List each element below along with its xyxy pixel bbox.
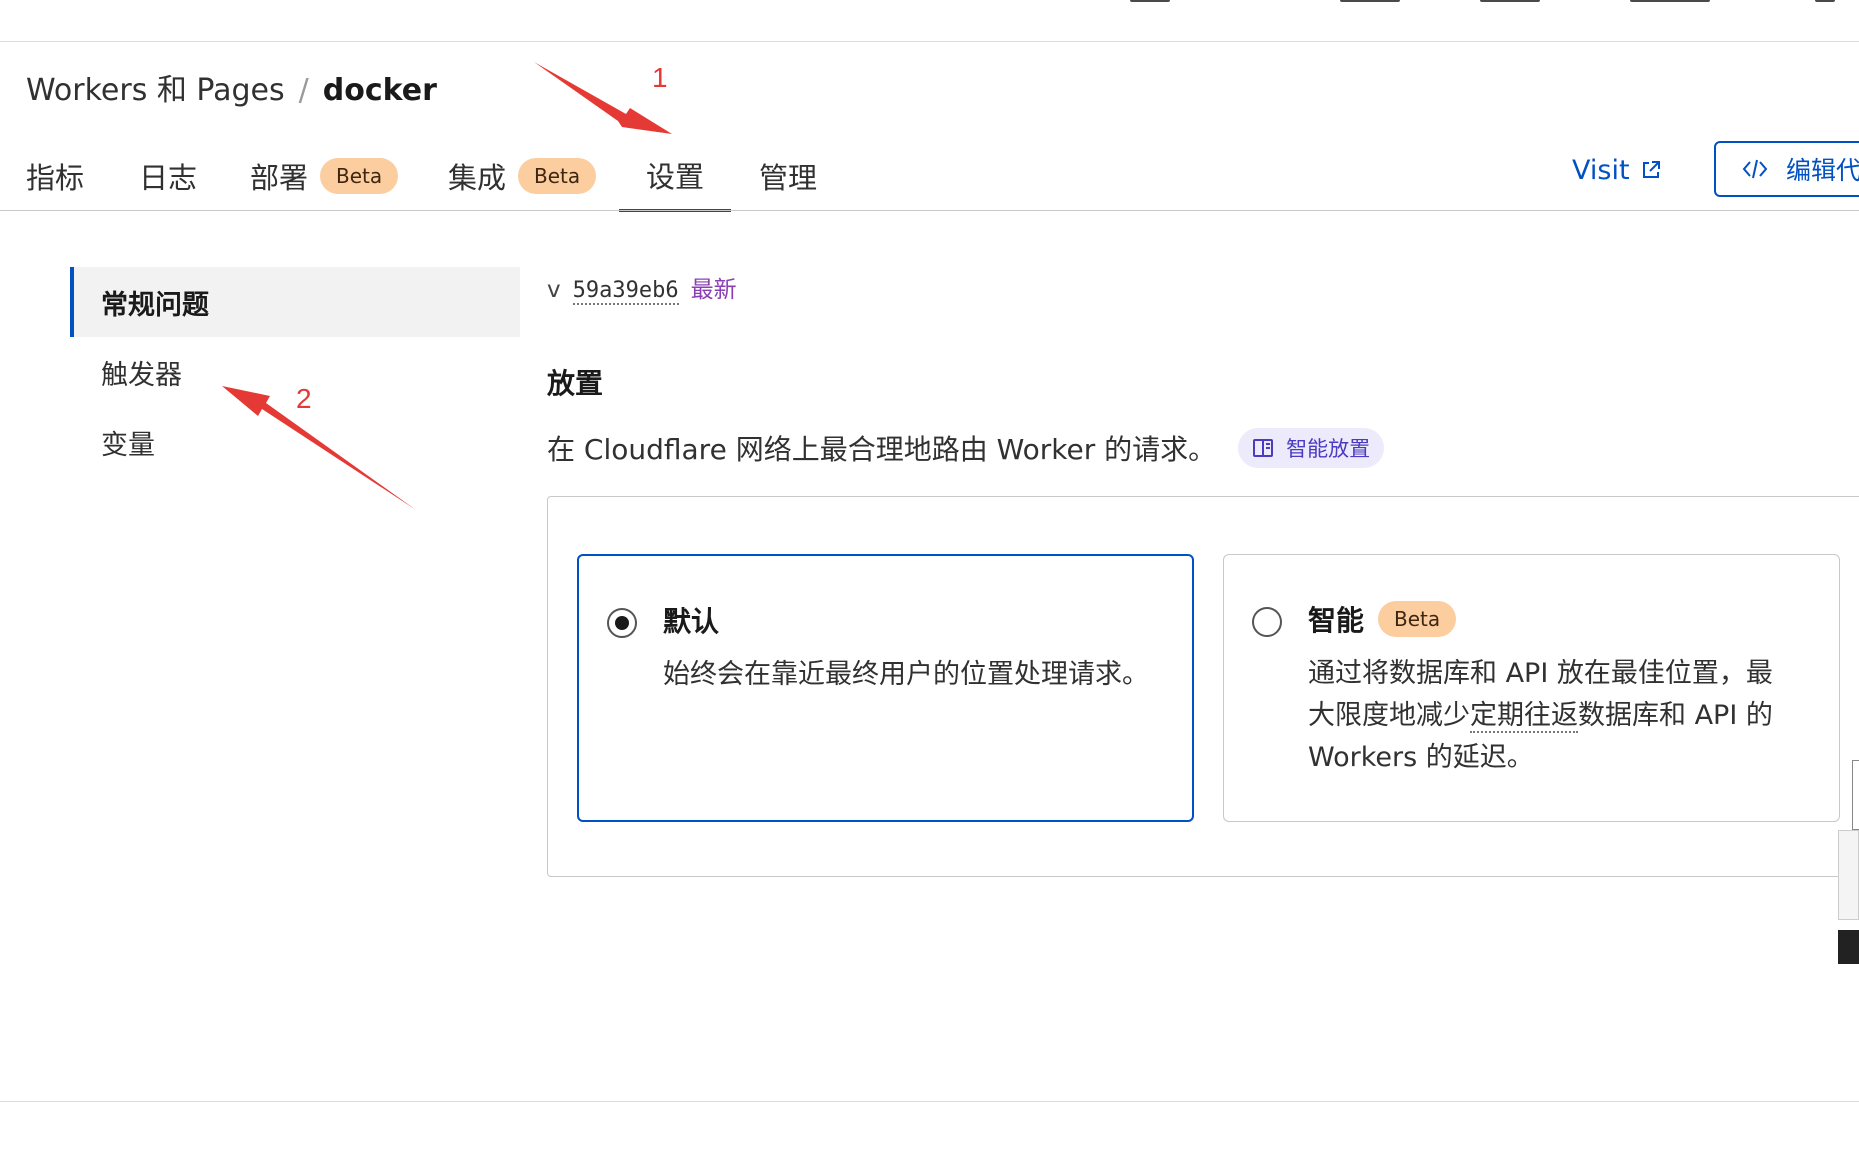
- breadcrumb: Workers 和 Pages / docker: [26, 70, 437, 112]
- tab-label: 设置: [645, 159, 704, 194]
- version-info: v 59a39eb6 最新: [547, 270, 737, 305]
- tab-deployments[interactable]: 部署 Beta: [250, 140, 399, 212]
- doc-link-label: 智能放置: [1286, 437, 1371, 461]
- placement-description: 在 Cloudflare 网络上最合理地路由 Worker 的请求。 智能放置: [547, 428, 1385, 468]
- visit-label: Visit: [1572, 154, 1630, 186]
- placement-option-default[interactable]: 默认 始终会在靠近最终用户的位置处理请求。: [577, 554, 1194, 822]
- annotation-label-2: 2: [296, 383, 312, 414]
- placement-options-panel: 默认 始终会在靠近最终用户的位置处理请求。 智能 Beta 通过将数据库和 AP…: [547, 496, 1859, 877]
- beta-badge: Beta: [320, 158, 399, 194]
- sidebar-item-label: 常规问题: [101, 289, 209, 321]
- header-divider: [0, 41, 1859, 42]
- sidebar-item-variables[interactable]: 变量: [70, 407, 520, 477]
- tabs-divider: [0, 210, 1859, 211]
- sidebar-item-triggers[interactable]: 触发器: [70, 337, 520, 407]
- footer-divider: [0, 1101, 1859, 1102]
- tab-label: 管理: [759, 161, 818, 195]
- settings-sidebar: 常规问题 触发器 变量: [70, 267, 520, 477]
- placement-title: 放置: [547, 367, 604, 400]
- option-description: 通过将数据库和 API 放在最佳位置，最大限度地减少定期往返数据库和 API 的…: [1308, 653, 1799, 779]
- breadcrumb-root-link[interactable]: Workers 和 Pages: [26, 73, 285, 108]
- tab-label: 集成: [448, 161, 507, 195]
- option-title: 默认: [663, 600, 719, 640]
- placement-description-text: 在 Cloudflare 网络上最合理地路由 Worker 的请求。: [547, 433, 1217, 466]
- visit-link[interactable]: Visit: [1572, 150, 1662, 190]
- tab-metrics[interactable]: 指标: [26, 140, 84, 212]
- edge-popup-border: [1852, 760, 1859, 830]
- radio-selected[interactable]: [607, 608, 637, 638]
- tab-label: 部署: [250, 161, 309, 195]
- edit-code-button[interactable]: 编辑代: [1714, 141, 1859, 197]
- breadcrumb-current: docker: [322, 73, 437, 108]
- tab-label: 指标: [26, 161, 85, 195]
- code-icon: [1742, 159, 1768, 179]
- sidebar-item-label: 变量: [101, 429, 155, 461]
- external-link-icon: [1642, 161, 1660, 178]
- tab-manage[interactable]: 管理: [759, 140, 817, 212]
- cropped-top-toolbar: [1130, 0, 1835, 4]
- tab-integrations[interactable]: 集成 Beta: [448, 140, 597, 212]
- version-prefix: v: [547, 277, 561, 303]
- tab-label: 日志: [139, 161, 198, 195]
- round-trip-term[interactable]: 定期往返: [1470, 700, 1578, 733]
- sidebar-item-general[interactable]: 常规问题: [70, 267, 520, 337]
- breadcrumb-separator: /: [298, 73, 309, 108]
- beta-badge: Beta: [1378, 601, 1457, 637]
- book-icon: [1253, 439, 1274, 457]
- smart-placement-doc-link[interactable]: 智能放置: [1238, 428, 1385, 468]
- tab-logs[interactable]: 日志: [139, 140, 197, 212]
- option-title-text: 默认: [663, 605, 720, 638]
- edit-code-label: 编辑代: [1786, 156, 1859, 185]
- annotation-label-1: 1: [652, 62, 668, 93]
- option-title-text: 智能: [1308, 604, 1365, 637]
- radio-unselected[interactable]: [1252, 607, 1282, 637]
- latest-label: 最新: [690, 277, 737, 303]
- edge-panel: [1838, 830, 1859, 920]
- option-title: 智能 Beta: [1308, 599, 1457, 639]
- sidebar-item-label: 触发器: [101, 359, 182, 391]
- version-hash[interactable]: 59a39eb6: [572, 278, 679, 305]
- tab-settings[interactable]: 设置: [619, 140, 731, 212]
- option-description: 始终会在靠近最终用户的位置处理请求。: [663, 659, 1149, 690]
- beta-badge: Beta: [518, 158, 597, 194]
- placement-option-smart[interactable]: 智能 Beta 通过将数据库和 API 放在最佳位置，最大限度地减少定期往返数据…: [1223, 554, 1840, 822]
- edge-dark-block: [1838, 930, 1859, 964]
